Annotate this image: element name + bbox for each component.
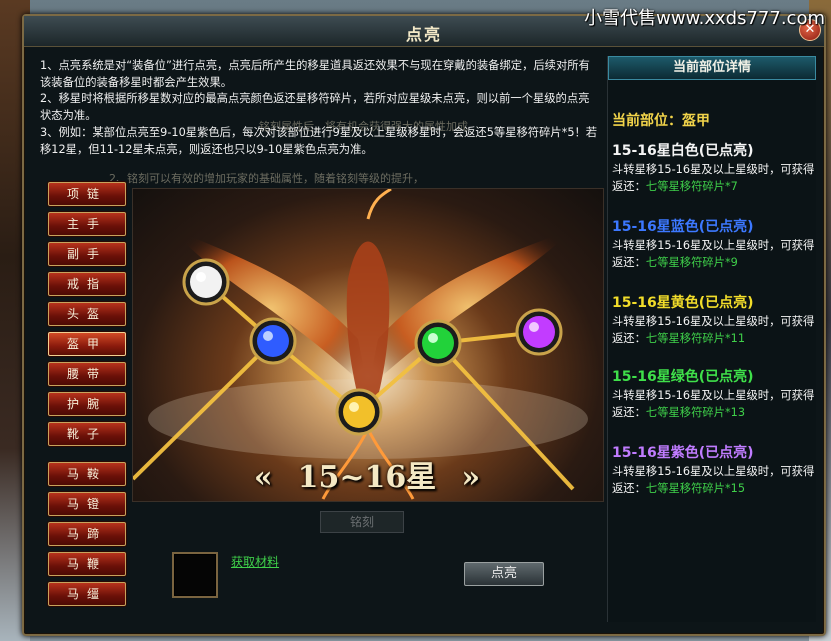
constellation-stage (132, 188, 604, 502)
slot-whip-button[interactable]: 马鞭 (48, 552, 126, 576)
detail-panel: 当前部位详情 当前部位：盔甲 15-16星白色(已点亮) 斗转星移15-16星及… (607, 56, 816, 622)
slot-helmet-button[interactable]: 头盔 (48, 302, 126, 326)
phoenix-art (133, 189, 588, 500)
right-arrows: » (461, 460, 481, 495)
light-up-button[interactable]: 点亮 (464, 562, 544, 586)
tier-desc: 斗转星移15-16星及以上星级时，可获得返还：七等星移符碎片*7 (612, 163, 815, 193)
green-orb[interactable] (414, 319, 462, 367)
tier-title: 15-16星黄色(已点亮) (612, 295, 754, 311)
left-arrows: « (253, 460, 273, 495)
white-orb[interactable] (182, 258, 230, 306)
yellow-orb[interactable] (335, 388, 383, 436)
slot-horseshoe-button[interactable]: 马蹄 (48, 522, 126, 546)
tier-title: 15-16星绿色(已点亮) (612, 369, 754, 385)
slot-offhand-button[interactable]: 副手 (48, 242, 126, 266)
ghost-text-line: 2、铭刻可以有效的增加玩家的基础属性，随着铭刻等级的提升， (109, 172, 424, 185)
rules-description: 1、点亮系统是对“装备位”进行点亮，点亮后所产生的移星道具返还效果不与现在穿戴的… (40, 58, 600, 158)
left-wing (173, 229, 368, 389)
slot-mainhand-button[interactable]: 主手 (48, 212, 126, 236)
inscribe-tab[interactable]: 铭刻 (320, 511, 404, 533)
tier-title: 15-16星蓝色(已点亮) (612, 219, 754, 235)
tier-desc: 斗转星移15-16星及以上星级时，可获得返还：七等星移符碎片*13 (612, 389, 815, 419)
tier-desc: 斗转星移15-16星及以上星级时，可获得返还：七等星移符碎片*15 (612, 465, 815, 495)
blue-orb[interactable] (249, 317, 297, 365)
tier-purple: 15-16星紫色(已点亮) 斗转星移15-16星及以上星级时，可获得返还：七等星… (612, 442, 816, 498)
slot-armor-button[interactable]: 盔甲 (48, 332, 126, 356)
light-up-window: 点亮 ✕ 铭刻属性后，将有机会获得强大的属性加成 2、铭刻可以有效的增加玩家的基… (22, 14, 826, 636)
detail-header: 当前部位详情 (608, 56, 816, 80)
get-materials-link[interactable]: 获取材料 (231, 553, 279, 570)
rule-3: 3、例如：某部位点亮至9-10星紫色后，每次对该部位进行9星及以上星级移星时，会… (40, 125, 598, 156)
purple-orb[interactable] (515, 308, 563, 356)
material-slot[interactable] (172, 552, 218, 598)
tier-title: 15-16星白色(已点亮) (612, 143, 754, 159)
slot-necklace-button[interactable]: 项链 (48, 182, 126, 206)
slot-bracer-button[interactable]: 护腕 (48, 392, 126, 416)
tier-title: 15-16星紫色(已点亮) (612, 445, 754, 461)
current-part-label: 当前部位：盔甲 (612, 113, 710, 129)
tier-blue: 15-16星蓝色(已点亮) 斗转星移15-16星及以上星级时，可获得返还：七等星… (612, 216, 816, 272)
slot-rein-button[interactable]: 马缰 (48, 582, 126, 606)
slot-stirrup-button[interactable]: 马镫 (48, 492, 126, 516)
slot-boots-button[interactable]: 靴子 (48, 422, 126, 446)
slot-ring-button[interactable]: 戒指 (48, 272, 126, 296)
star-level-label: 15~16星 (297, 460, 437, 495)
tier-desc: 斗转星移15-16星及以上星级时，可获得返还：七等星移符碎片*9 (612, 239, 815, 269)
star-level-banner: « 15~16星 » (132, 456, 602, 500)
seller-watermark: 小雪代售www.xxds777.com (584, 8, 825, 29)
rule-1: 1、点亮系统是对“装备位”进行点亮，点亮后所产生的移星道具返还效果不与现在穿戴的… (40, 59, 590, 89)
tier-yellow: 15-16星黄色(已点亮) 斗转星移15-16星及以上星级时，可获得返还：七等星… (612, 292, 816, 348)
rule-2: 2、移星时将根据所移星数对应的最高点亮颜色返还星移符碎片，若所对应星级未点亮，则… (40, 92, 590, 123)
tier-green: 15-16星绿色(已点亮) 斗转星移15-16星及以上星级时，可获得返还：七等星… (612, 366, 816, 422)
tier-desc: 斗转星移15-16星及以上星级时，可获得返还：七等星移符碎片*11 (612, 315, 815, 345)
tier-white: 15-16星白色(已点亮) 斗转星移15-16星及以上星级时，可获得返还：七等星… (612, 140, 816, 196)
slot-saddle-button[interactable]: 马鞍 (48, 462, 126, 486)
slot-belt-button[interactable]: 腰带 (48, 362, 126, 386)
